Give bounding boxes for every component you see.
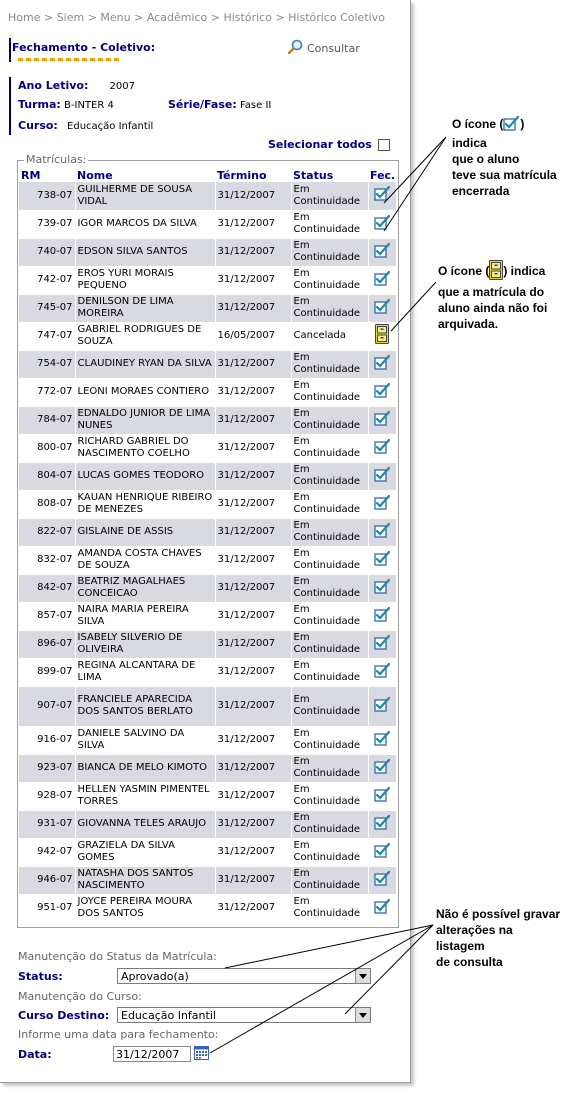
note-encerrada-line4: encerrada [452, 184, 510, 198]
note-nao-arquivada: O ícone () indica que a matrícula do alu… [438, 260, 547, 332]
note-nao-gravar-line2: alterações na listagem [436, 923, 513, 953]
note-nao-arquivada-line3: aluno ainda não foi [438, 301, 548, 315]
note-encerrada-line3: teve sua matrícula [452, 168, 557, 182]
note-encerrada-line1: O ícone () indica [452, 115, 525, 150]
file-cabinet-icon [489, 260, 504, 284]
note-nao-arquivada-line4: arquivada. [438, 317, 499, 331]
note-nao-gravar-line1: Não é possível gravar [436, 907, 561, 921]
check-edit-icon [503, 115, 520, 135]
note-nao-arquivada-line1: O ícone () indica [438, 260, 547, 284]
note-nao-gravar-line3: de consulta [436, 955, 503, 969]
note-nao-arquivada-line2: que a matrícula do [438, 285, 545, 299]
note-encerrada: O ícone () indica que o aluno teve sua m… [452, 115, 562, 199]
note-nao-gravar: Não é possível gravar alterações na list… [436, 906, 562, 970]
note-encerrada-line2: que o aluno [452, 152, 520, 166]
